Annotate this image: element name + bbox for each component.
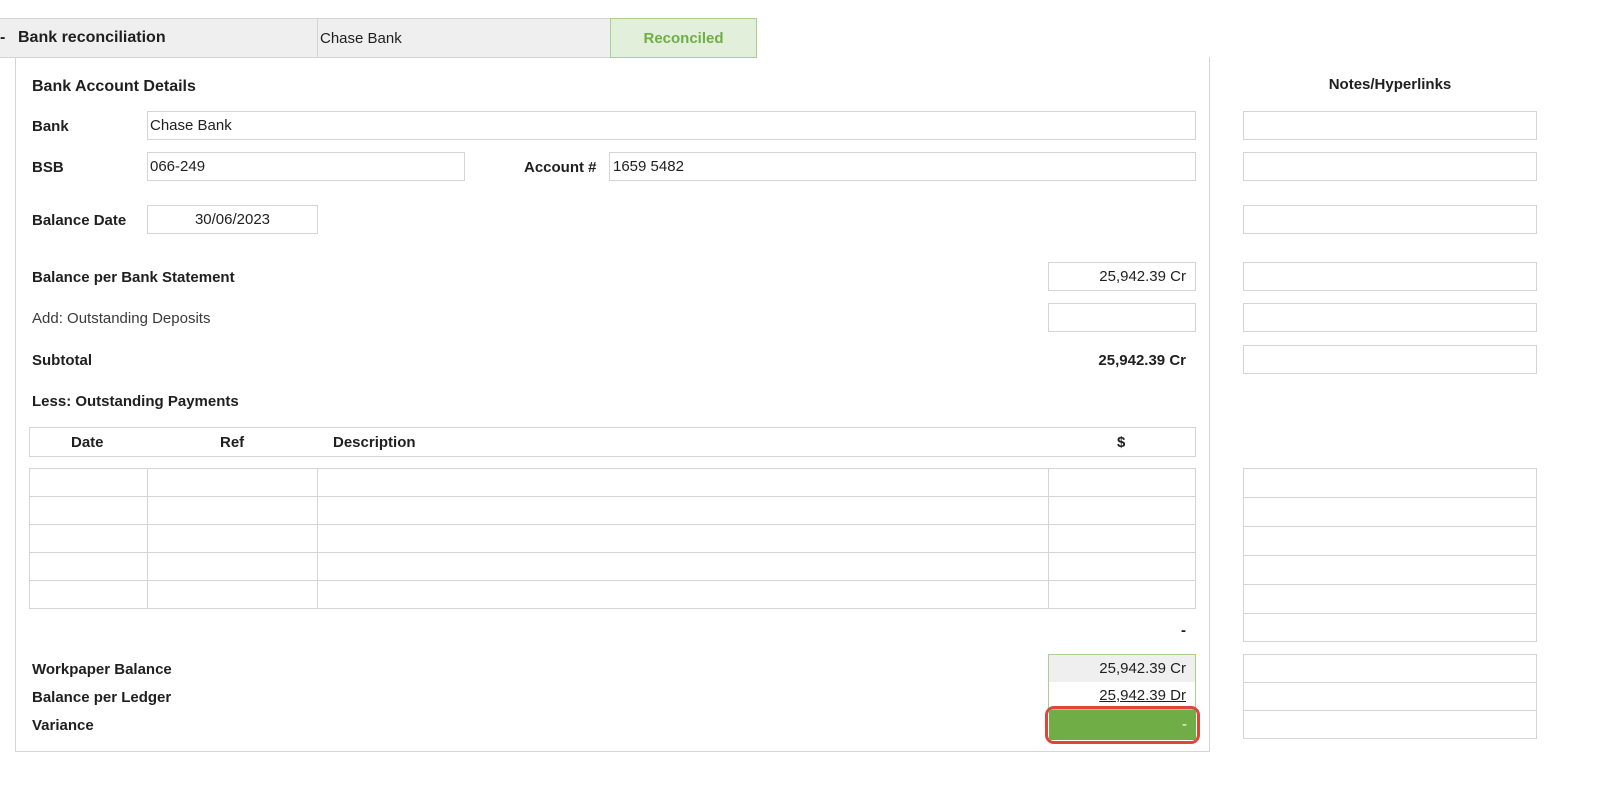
table-cell[interactable] <box>147 524 318 553</box>
column-header-amount: $ <box>1117 434 1126 451</box>
outstanding-deposits-field[interactable] <box>1048 303 1196 332</box>
notes-cell[interactable] <box>1243 497 1537 527</box>
bank-statement-field[interactable]: 25,942.39 Cr <box>1048 262 1196 291</box>
subtotal-label: Subtotal <box>32 352 92 369</box>
header-divider <box>317 18 318 58</box>
notes-cell[interactable] <box>1243 710 1537 739</box>
outstanding-deposits-label: Add: Outstanding Deposits <box>32 310 211 327</box>
table-cell[interactable] <box>147 552 318 581</box>
variance-value: - <box>1182 716 1187 733</box>
table-cell[interactable] <box>1048 468 1196 497</box>
table-cell[interactable] <box>317 468 1049 497</box>
status-badge: Reconciled <box>610 18 757 58</box>
notes-cell[interactable] <box>1243 654 1537 683</box>
notes-cell[interactable] <box>1243 303 1537 332</box>
balance-date-label: Balance Date <box>32 212 127 229</box>
notes-cell[interactable] <box>1243 526 1537 556</box>
account-field[interactable]: 1659 5482 <box>609 152 1196 181</box>
table-cell[interactable] <box>29 580 148 609</box>
table-cell[interactable] <box>1048 524 1196 553</box>
balance-date-value: 30/06/2023 <box>194 211 271 228</box>
variance-label: Variance <box>32 717 94 734</box>
bsb-label: BSB <box>32 159 64 176</box>
notes-cell[interactable] <box>1243 111 1537 140</box>
collapse-marker[interactable]: - <box>0 30 5 46</box>
notes-cell[interactable] <box>1243 345 1537 374</box>
table-cell[interactable] <box>147 468 318 497</box>
account-value: 1659 5482 <box>613 158 684 175</box>
workpaper-balance-value: 25,942.39 Cr <box>1099 660 1186 677</box>
balance-date-field[interactable]: 30/06/2023 <box>147 205 318 234</box>
workpaper-balance-label: Workpaper Balance <box>32 661 172 678</box>
bank-statement-label: Balance per Bank Statement <box>32 269 235 286</box>
outstanding-payments-label: Less: Outstanding Payments <box>32 393 239 410</box>
table-cell[interactable] <box>147 580 318 609</box>
subtotal-value: 25,942.39 Cr <box>1098 352 1186 369</box>
column-header-ref: Ref <box>220 434 245 451</box>
payments-total: - <box>1181 622 1186 639</box>
account-label: Account # <box>524 159 597 176</box>
bank-value: Chase Bank <box>150 117 232 134</box>
table-cell[interactable] <box>147 496 318 525</box>
payments-table-header <box>29 427 1196 457</box>
bank-statement-value: 25,942.39 Cr <box>1099 268 1186 285</box>
table-cell[interactable] <box>29 552 148 581</box>
bank-field[interactable]: Chase Bank <box>147 111 1196 140</box>
bsb-value: 066-249 <box>150 158 206 175</box>
table-cell[interactable] <box>1048 552 1196 581</box>
bank-label: Bank <box>32 118 69 135</box>
notes-cell[interactable] <box>1243 555 1537 585</box>
notes-cell[interactable] <box>1243 205 1537 234</box>
column-header-date: Date <box>71 434 104 451</box>
table-cell[interactable] <box>317 524 1049 553</box>
table-cell[interactable] <box>29 468 148 497</box>
notes-cell[interactable] <box>1243 584 1537 614</box>
section-title: Bank Account Details <box>32 78 196 95</box>
notes-cell[interactable] <box>1243 468 1537 498</box>
table-cell[interactable] <box>1048 580 1196 609</box>
ledger-balance-label: Balance per Ledger <box>32 689 172 706</box>
workpaper-balance-field: 25,942.39 Cr <box>1048 654 1196 683</box>
column-header-description: Description <box>333 434 416 451</box>
notes-cell[interactable] <box>1243 152 1537 181</box>
table-cell[interactable] <box>1048 496 1196 525</box>
table-cell[interactable] <box>317 496 1049 525</box>
notes-cell[interactable] <box>1243 682 1537 711</box>
bsb-field[interactable]: 066-249 <box>147 152 465 181</box>
table-cell[interactable] <box>29 524 148 553</box>
header-bank-name: Chase Bank <box>320 30 402 47</box>
notes-cell[interactable] <box>1243 262 1537 291</box>
table-cell[interactable] <box>29 496 148 525</box>
ledger-balance-value: 25,942.39 Dr <box>1099 687 1186 704</box>
notes-cell[interactable] <box>1243 613 1537 642</box>
table-cell[interactable] <box>317 580 1049 609</box>
variance-field: - <box>1049 710 1196 740</box>
page-title: Bank reconciliation <box>18 29 166 46</box>
notes-title: Notes/Hyperlinks <box>1328 76 1452 93</box>
table-cell[interactable] <box>317 552 1049 581</box>
